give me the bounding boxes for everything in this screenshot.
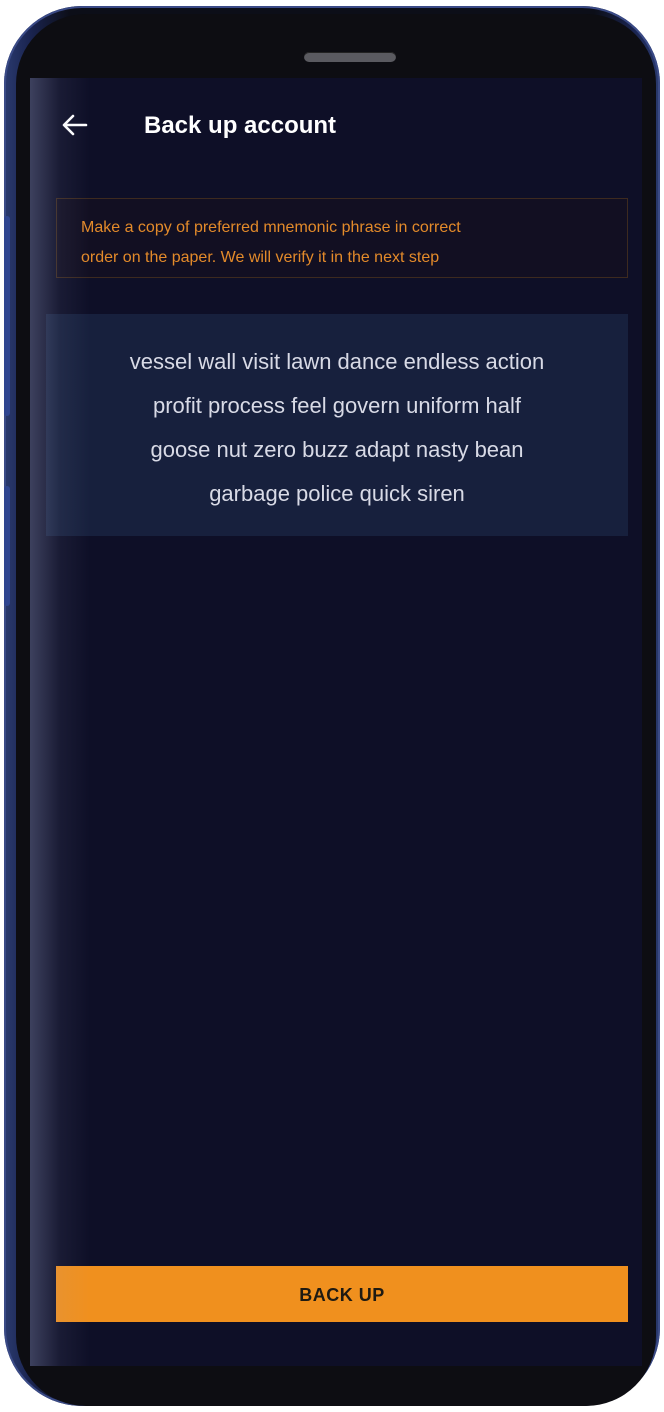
backup-instructions: Make a copy of preferred mnemonic phrase… (56, 198, 628, 278)
mnemonic-line-2: profit process feel govern uniform half (152, 393, 522, 418)
earpiece-speaker (304, 52, 396, 62)
app-screen: Back up account Make a copy of preferred… (30, 78, 642, 1366)
instruction-line-2: order on the paper. We will verify it in… (81, 249, 440, 266)
mnemonic-line-4: garbage police quick siren (209, 481, 465, 506)
page-title: Back up account (144, 112, 337, 139)
instruction-line-1: Make a copy of preferred mnemonic phrase… (81, 219, 461, 236)
mnemonic-line-1: vessel wall visit lawn dance endless act… (129, 349, 545, 374)
mnemonic-phrase-box: vessel wall visit lawn dance endless act… (46, 314, 628, 536)
volume-button (4, 216, 10, 416)
mnemonic-line-3: goose nut zero buzz adapt nasty bean (150, 437, 524, 462)
back-up-button[interactable]: BACK UP (56, 1266, 628, 1322)
app-header: Back up account (30, 108, 642, 148)
bixby-button (4, 486, 10, 606)
arrow-left-icon[interactable] (60, 110, 90, 140)
phone-frame: Back up account Make a copy of preferred… (4, 6, 660, 1406)
phone-bezel: Back up account Make a copy of preferred… (16, 14, 656, 1406)
